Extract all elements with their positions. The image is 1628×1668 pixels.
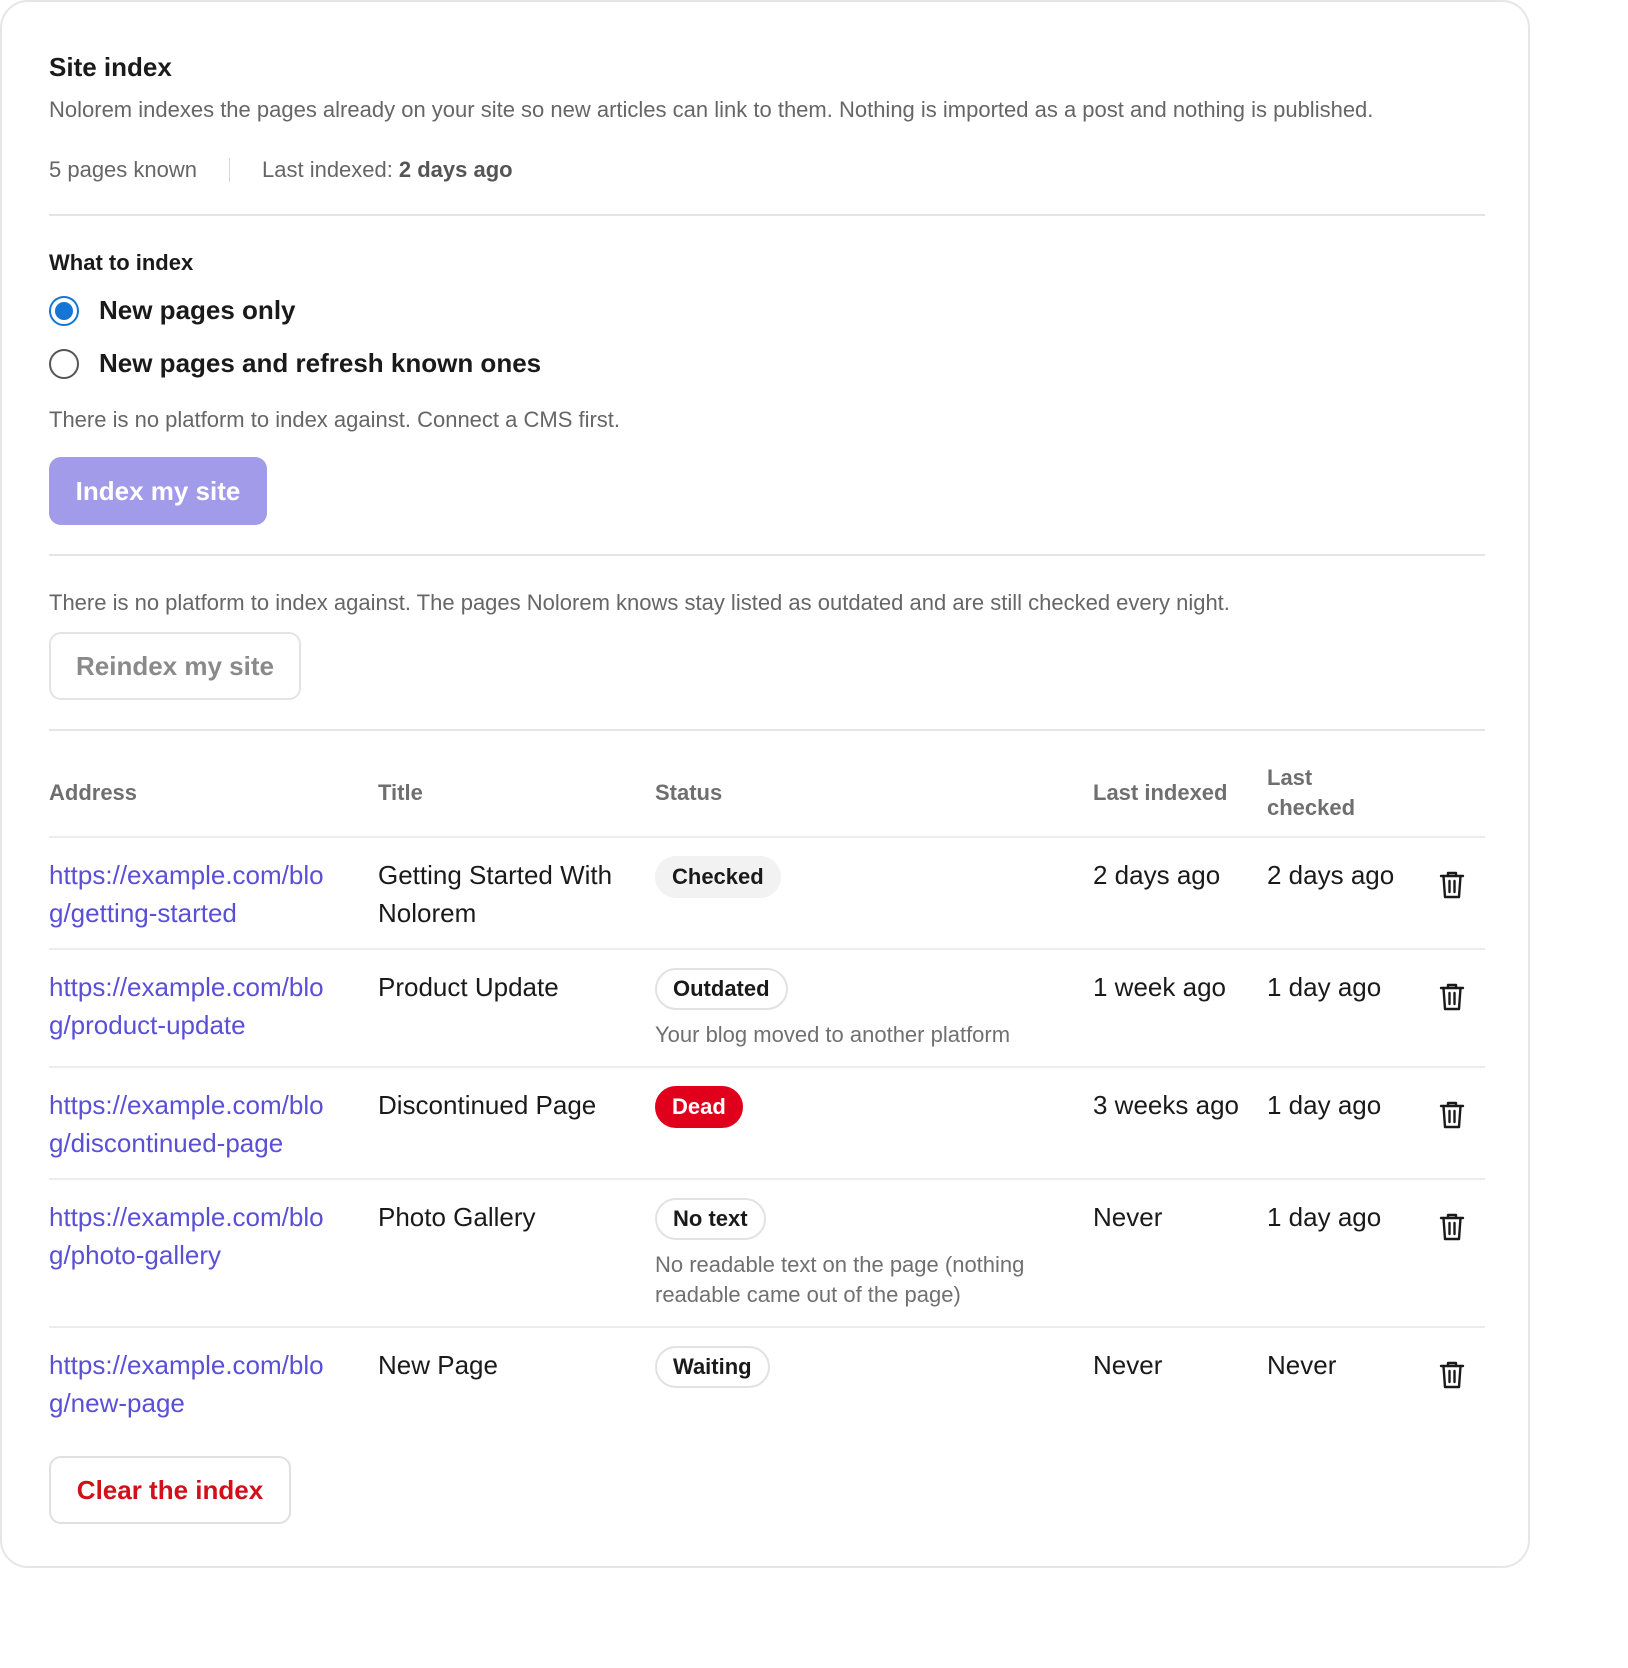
cell-address: https://example.com/blog/photo-gallery: [49, 1179, 378, 1327]
cell-last-indexed: 1 week ago: [1093, 972, 1226, 1002]
cell-address: https://example.com/blog/getting-started: [49, 837, 378, 949]
table-row: https://example.com/blog/getting-started…: [49, 837, 1485, 949]
cell-title: Getting Started With Nolorem: [378, 860, 613, 928]
table-row: https://example.com/blog/new-page New Pag…: [49, 1327, 1485, 1442]
cell-last-checked: 2 days ago: [1267, 860, 1395, 890]
cell-title: Product Update: [378, 972, 559, 1002]
last-indexed-label: Last indexed:: [262, 157, 393, 182]
radio-label: New pages only: [99, 295, 296, 325]
cell-title: New Page: [378, 1350, 498, 1380]
cell-address: https://example.com/blog/product-update: [49, 949, 378, 1067]
status-note: Your blog moved to another platform: [655, 1022, 1011, 1047]
radio-new-and-refresh[interactable]: New pages and refresh known ones: [49, 348, 541, 379]
status-badge: Outdated: [655, 968, 788, 1010]
trash-icon[interactable]: [1437, 1360, 1467, 1390]
cell-actions: [1437, 949, 1485, 1067]
table-row: https://example.com/blog/discontinued-pa…: [49, 1067, 1485, 1179]
pages-known-count: 5 pages known: [49, 157, 197, 182]
column-header-title: Title: [378, 780, 423, 805]
cell-status: Waiting: [655, 1327, 1093, 1442]
trash-icon[interactable]: [1437, 870, 1467, 900]
table-row: https://example.com/blog/product-update P…: [49, 949, 1485, 1067]
divider: [49, 554, 1485, 556]
cell-title: Discontinued Page: [378, 1090, 597, 1120]
status-badge: Waiting: [655, 1346, 770, 1388]
trash-icon[interactable]: [1437, 1212, 1467, 1242]
index-my-site-button[interactable]: Index my site: [49, 457, 267, 525]
cell-status: Dead: [655, 1067, 1093, 1179]
section-description: Nolorem indexes the pages already on you…: [49, 97, 1374, 122]
cell-address: https://example.com/blog/new-page: [49, 1327, 378, 1442]
index-hint: There is no platform to index against. C…: [49, 407, 621, 432]
what-to-index-label: What to index: [49, 250, 194, 275]
page-address-link[interactable]: https://example.com/blog/photo-gallery: [49, 1198, 339, 1274]
reindex-hint: There is no platform to index against. T…: [49, 590, 1230, 615]
page-address-link[interactable]: https://example.com/blog/new-page: [49, 1346, 339, 1422]
status-badge: No text: [655, 1198, 766, 1240]
index-meta: 5 pages known Last indexed: 2 days ago: [49, 157, 513, 183]
cell-last-checked: Never: [1267, 1350, 1337, 1380]
page-address-link[interactable]: https://example.com/blog/product-update: [49, 968, 339, 1044]
cell-last-checked: 1 day ago: [1267, 1202, 1382, 1232]
cell-last-indexed: 3 weeks ago: [1093, 1090, 1239, 1120]
table-row: https://example.com/blog/photo-gallery Ph…: [49, 1179, 1485, 1327]
cell-actions: [1437, 1327, 1485, 1442]
cell-last-checked: 1 day ago: [1267, 1090, 1382, 1120]
column-header-status: Status: [655, 780, 723, 805]
page-address-link[interactable]: https://example.com/blog/discontinued-pa…: [49, 1086, 339, 1162]
status-note: No readable text on the page (nothing re…: [655, 1252, 1025, 1307]
meta-separator: [229, 158, 230, 182]
indexed-pages-table: Address Title Status Last indexed Last c…: [49, 750, 1485, 1442]
divider: [49, 729, 1485, 731]
cell-actions: [1437, 1179, 1485, 1327]
trash-icon[interactable]: [1437, 1100, 1467, 1130]
cell-status: Checked: [655, 837, 1093, 949]
site-index-card: Site index Nolorem indexes the pages alr…: [0, 0, 1530, 1568]
cell-address: https://example.com/blog/discontinued-pa…: [49, 1067, 378, 1179]
cell-status: Outdated Your blog moved to another platf…: [655, 949, 1093, 1067]
reindex-my-site-button[interactable]: Reindex my site: [49, 632, 301, 700]
cell-last-checked: 1 day ago: [1267, 972, 1382, 1002]
last-indexed-value: 2 days ago: [398, 157, 513, 182]
cell-title: Photo Gallery: [378, 1202, 536, 1232]
column-header-actions: [1437, 750, 1485, 837]
trash-icon[interactable]: [1437, 982, 1467, 1012]
cell-last-indexed: Never: [1093, 1202, 1163, 1232]
section-title: Site index: [49, 52, 172, 82]
clear-index-button[interactable]: Clear the index: [49, 1456, 291, 1524]
radio-checked-icon[interactable]: [49, 295, 79, 326]
cell-actions: [1437, 1067, 1485, 1179]
column-header-address: Address: [49, 780, 138, 805]
cell-status: No text No readable text on the page (not…: [655, 1179, 1093, 1327]
status-badge: Dead: [655, 1086, 743, 1128]
column-header-last-indexed: Last indexed: [1093, 780, 1228, 805]
cell-last-indexed: Never: [1093, 1350, 1163, 1380]
radio-unchecked-icon[interactable]: [49, 348, 79, 379]
column-header-last-checked: Last checked: [1267, 765, 1356, 820]
table-header-row: Address Title Status Last indexed Last c…: [49, 750, 1485, 837]
cell-last-indexed: 2 days ago: [1093, 860, 1221, 890]
divider: [49, 214, 1485, 216]
cell-actions: [1437, 837, 1485, 949]
radio-new-pages-only[interactable]: New pages only: [49, 295, 296, 326]
status-badge: Checked: [655, 856, 781, 898]
radio-label: New pages and refresh known ones: [99, 348, 542, 378]
page-address-link[interactable]: https://example.com/blog/getting-started: [49, 856, 339, 932]
